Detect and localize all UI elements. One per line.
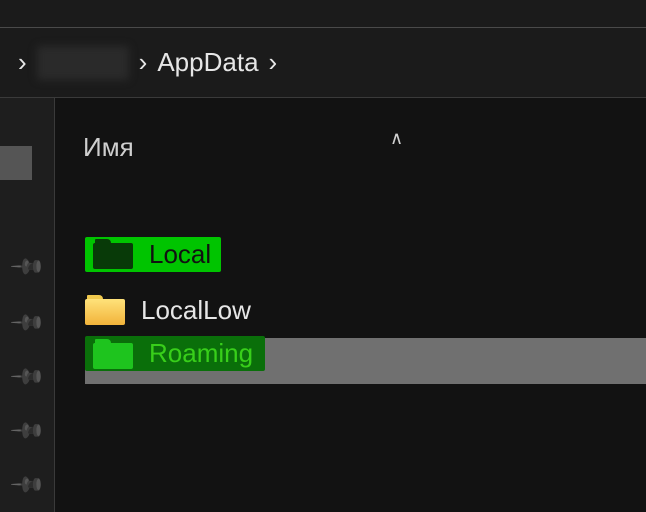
window-toolbar-strip — [0, 0, 646, 28]
breadcrumb-user-blurred[interactable] — [37, 46, 129, 80]
folder-row-locallow[interactable]: LocalLow — [85, 282, 646, 338]
folder-row-roaming[interactable]: Roaming — [85, 338, 646, 384]
chevron-right-icon: › — [18, 47, 27, 78]
pin-icon[interactable]: 📌 — [9, 412, 47, 450]
column-header-name[interactable]: Имя — [83, 132, 134, 163]
folder-row-local[interactable]: Local — [85, 226, 646, 282]
folder-icon — [93, 339, 133, 369]
breadcrumb-segment[interactable]: AppData — [157, 47, 258, 78]
breadcrumb[interactable]: › › AppData › — [0, 28, 646, 98]
pin-icon[interactable]: 📌 — [9, 248, 47, 286]
pin-icon[interactable]: 📌 — [9, 358, 47, 396]
pin-icon[interactable]: 📌 — [9, 466, 47, 504]
chevron-right-icon: › — [139, 47, 148, 78]
folder-name: Local — [149, 239, 211, 270]
quick-access-strip: 📌 📌 📌 📌 📌 .pin{filter:grayscale(1) brigh… — [0, 98, 55, 512]
folder-icon — [85, 295, 125, 325]
sort-caret-up-icon[interactable]: ∧ — [390, 128, 403, 149]
file-list: Имя ∧ Local LocalLow — [55, 98, 646, 512]
chevron-right-icon: › — [269, 47, 278, 78]
file-explorer-main: 📌 📌 📌 📌 📌 .pin{filter:grayscale(1) brigh… — [0, 98, 646, 512]
folder-name: LocalLow — [141, 295, 251, 326]
pin-icon[interactable]: 📌 — [9, 304, 47, 342]
folder-name: Roaming — [149, 338, 253, 369]
folder-icon — [93, 239, 133, 269]
quick-access-selected-indicator — [0, 146, 32, 180]
